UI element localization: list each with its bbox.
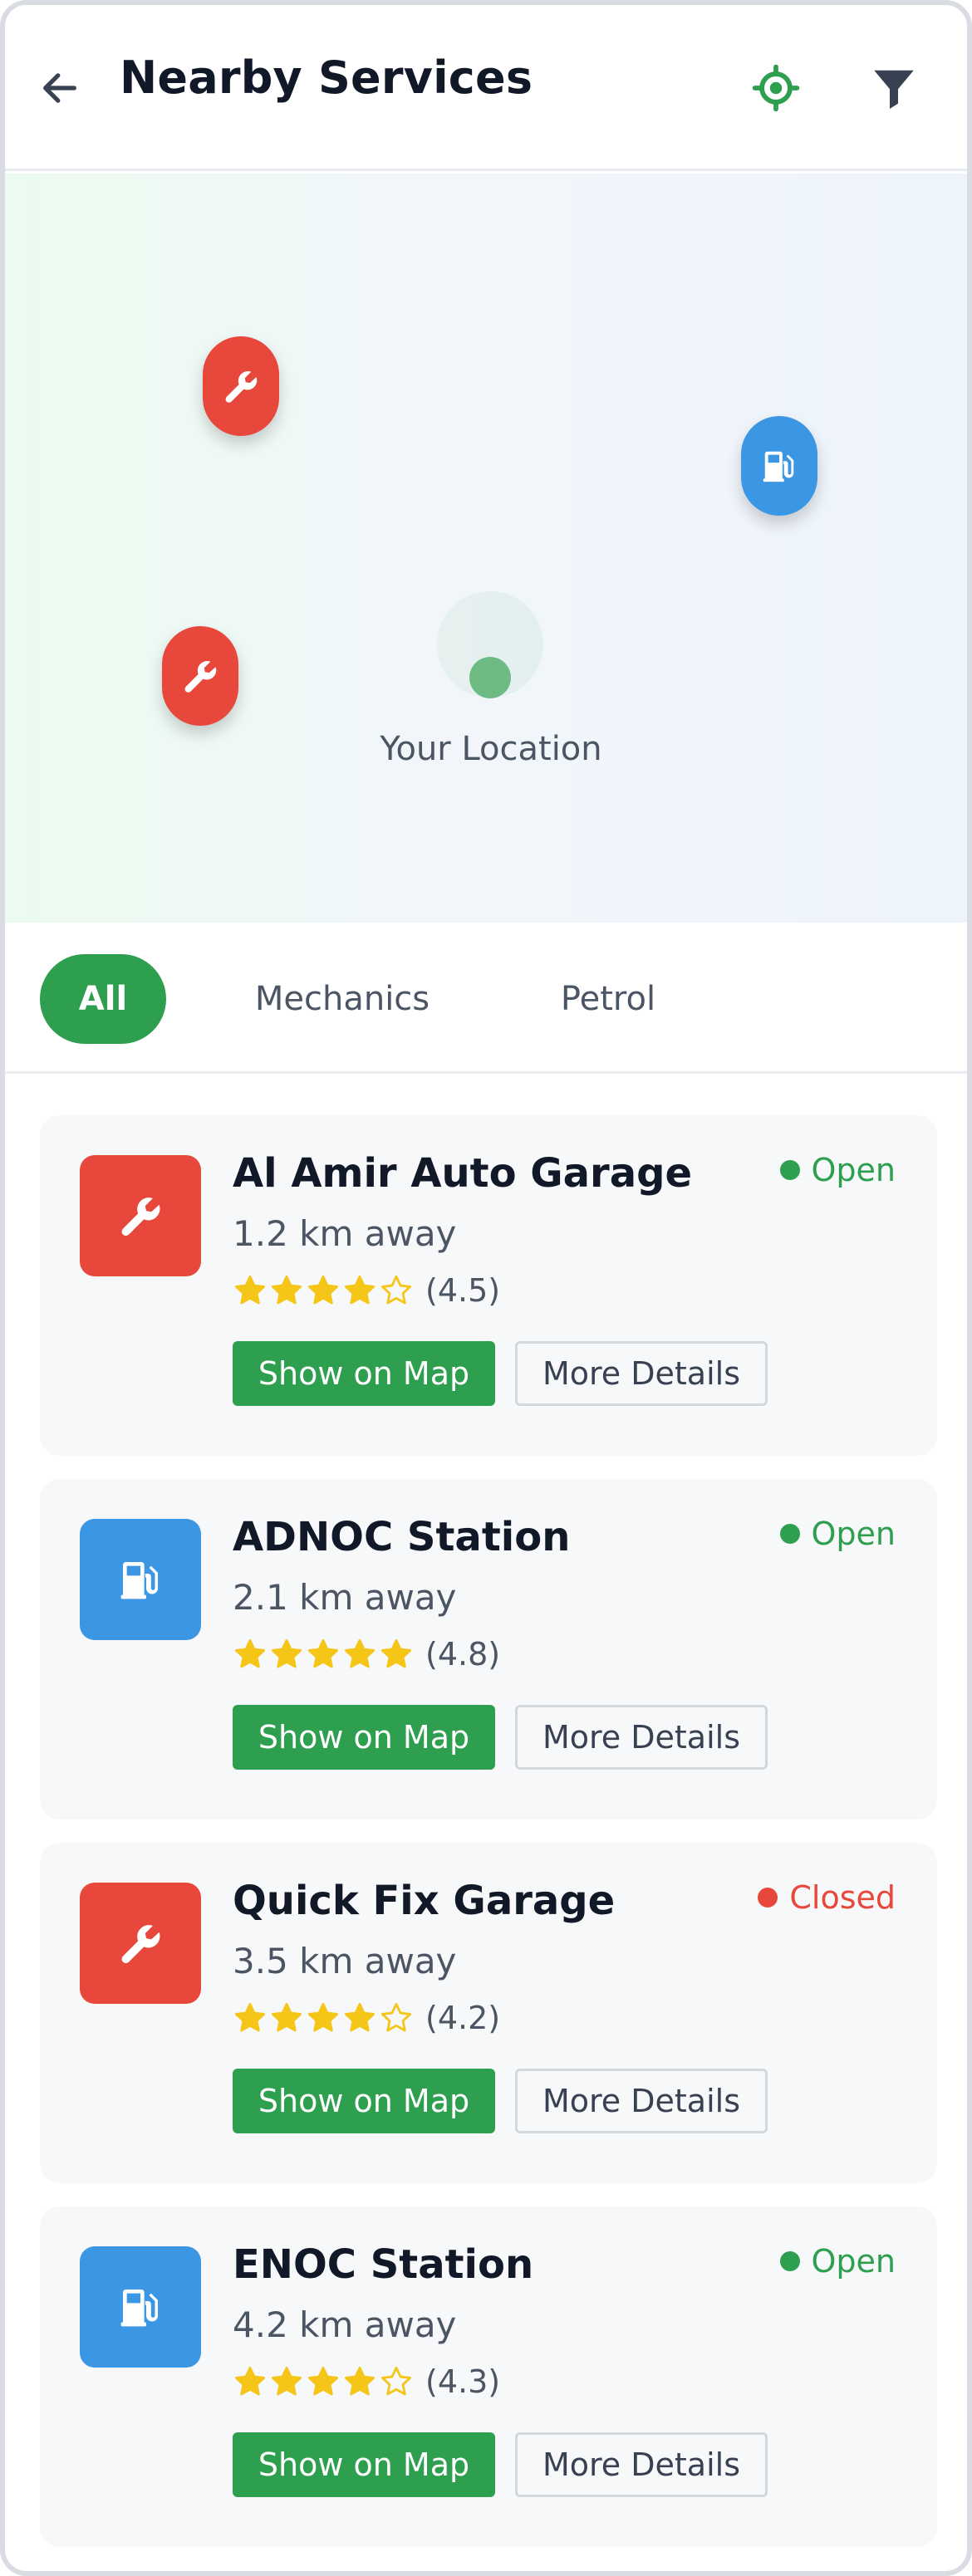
star-filled-icon	[271, 2366, 302, 2396]
star-rating	[233, 1637, 414, 1672]
star-filled-icon	[344, 2002, 376, 2032]
star-rating	[233, 1273, 414, 1308]
star-rating	[233, 2001, 414, 2035]
service-type-badge	[80, 1155, 201, 1276]
star-filled-icon	[380, 1638, 412, 1668]
tab-mechanics[interactable]: Mechanics	[223, 954, 462, 1044]
service-card[interactable]: Al Amir Auto Garage 1.2 km away (4.5) Op…	[40, 1115, 937, 1456]
star-filled-icon	[271, 1275, 302, 1305]
fuel-pump-icon	[120, 1562, 158, 1599]
status-dot	[758, 1888, 778, 1908]
service-name: ADNOC Station	[233, 1514, 571, 1560]
show-on-map-button[interactable]: Show on Map	[233, 2069, 495, 2133]
your-location-marker[interactable]	[469, 657, 511, 698]
status-badge: Open	[779, 1152, 896, 1188]
more-details-button[interactable]: More Details	[515, 2432, 768, 2497]
category-tabs: All Mechanics Petrol	[5, 923, 967, 1074]
service-type-badge	[80, 1519, 201, 1640]
tab-all[interactable]: All	[40, 954, 166, 1044]
service-rating: (4.3)	[233, 2361, 500, 2402]
wrench-icon	[121, 1925, 160, 1964]
wrench-icon	[121, 1197, 160, 1237]
star-filled-icon	[234, 1275, 266, 1305]
status-badge: Open	[779, 1516, 896, 1552]
filter-icon	[874, 70, 914, 109]
service-distance: 1.2 km away	[233, 1213, 457, 1254]
service-distance: 4.2 km away	[233, 2304, 457, 2345]
wrench-icon	[225, 371, 258, 403]
service-name: ENOC Station	[233, 2241, 534, 2288]
your-location-label: Your Location	[380, 730, 602, 768]
service-name: Al Amir Auto Garage	[233, 1150, 693, 1197]
service-distance: 2.1 km away	[233, 1577, 457, 1618]
fuel-pump-icon	[763, 451, 794, 482]
service-type-badge	[80, 2246, 201, 2368]
service-rating: (4.8)	[233, 1633, 500, 1675]
show-on-map-button[interactable]: Show on Map	[233, 1341, 495, 1406]
star-filled-icon	[307, 2002, 339, 2032]
page-title: Nearby Services	[120, 51, 533, 104]
star-outline-icon	[380, 2366, 412, 2396]
star-filled-icon	[307, 2366, 339, 2396]
star-outline-icon	[380, 2002, 412, 2032]
star-filled-icon	[344, 1638, 376, 1668]
locate-button[interactable]	[749, 61, 803, 115]
rating-value: (4.5)	[425, 1272, 501, 1309]
crosshair-icon	[752, 64, 800, 112]
star-rating	[233, 2364, 414, 2399]
service-name: Quick Fix Garage	[233, 1878, 616, 1924]
more-details-button[interactable]: More Details	[515, 1341, 768, 1406]
rating-value: (4.8)	[425, 1636, 501, 1672]
service-card[interactable]: ADNOC Station 2.1 km away (4.8) Open Sho…	[40, 1479, 937, 1819]
star-filled-icon	[271, 2002, 302, 2032]
wrench-icon	[184, 661, 217, 693]
star-filled-icon	[234, 2002, 266, 2032]
service-type-badge	[80, 1883, 201, 2004]
map-pin-petrol[interactable]	[741, 416, 817, 516]
star-outline-icon	[380, 1275, 412, 1305]
service-distance: 3.5 km away	[233, 1941, 457, 1981]
star-filled-icon	[344, 2366, 376, 2396]
more-details-button[interactable]: More Details	[515, 1705, 768, 1770]
status-dot	[779, 2251, 800, 2271]
tab-petrol[interactable]: Petrol	[525, 954, 691, 1044]
star-filled-icon	[307, 1275, 339, 1305]
service-card[interactable]: ENOC Station 4.2 km away (4.3) Open Show…	[40, 2206, 937, 2547]
show-on-map-button[interactable]: Show on Map	[233, 2432, 495, 2497]
status-badge: Open	[779, 2243, 896, 2280]
arrow-left-icon	[43, 73, 76, 103]
rating-value: (4.2)	[425, 2000, 501, 2036]
more-details-button[interactable]: More Details	[515, 2069, 768, 2133]
map-pin-mechanic[interactable]	[203, 336, 279, 436]
map-view[interactable]: Your Location	[5, 174, 967, 923]
service-card[interactable]: Quick Fix Garage 3.5 km away (4.2) Close…	[40, 1843, 937, 2183]
service-rating: (4.5)	[233, 1270, 500, 1311]
app-header: Nearby Services	[5, 5, 967, 171]
fuel-pump-icon	[120, 2290, 158, 2327]
map-pin-mechanic[interactable]	[162, 626, 238, 726]
star-filled-icon	[344, 1275, 376, 1305]
star-filled-icon	[234, 2366, 266, 2396]
status-text: Open	[811, 1152, 896, 1188]
star-filled-icon	[234, 1638, 266, 1668]
status-dot	[779, 1524, 800, 1544]
status-text: Open	[811, 2243, 896, 2280]
status-text: Open	[811, 1516, 896, 1552]
status-text: Closed	[789, 1879, 896, 1916]
back-button[interactable]	[35, 63, 85, 113]
filter-button[interactable]	[866, 60, 922, 116]
status-badge: Closed	[758, 1879, 896, 1916]
star-filled-icon	[271, 1638, 302, 1668]
show-on-map-button[interactable]: Show on Map	[233, 1705, 495, 1770]
service-rating: (4.2)	[233, 1997, 500, 2039]
status-dot	[779, 1160, 800, 1180]
app-frame: Nearby Services Your Location All Mechan…	[0, 0, 972, 2576]
star-filled-icon	[307, 1638, 339, 1668]
rating-value: (4.3)	[425, 2363, 501, 2400]
